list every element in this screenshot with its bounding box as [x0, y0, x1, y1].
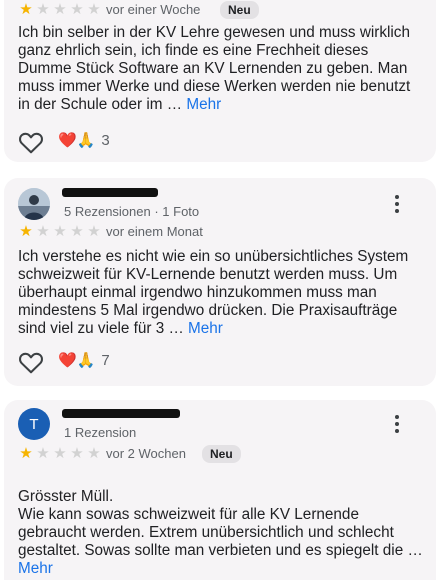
rating-stars: ★ ★ ★ ★ ★ [18, 224, 102, 239]
review-text: Ich bin selber in der KV Lehre gewesen u… [18, 24, 411, 113]
star-icon: ★ [70, 445, 84, 462]
review-time: vor einer Woche [106, 2, 201, 17]
redacted-name [62, 409, 180, 418]
star-icon: ★ [19, 223, 33, 240]
avatar[interactable] [18, 188, 50, 220]
new-badge: Neu [220, 1, 259, 19]
like-heart-icon[interactable] [18, 130, 44, 154]
more-link[interactable]: Mehr [188, 320, 223, 337]
star-icon: ★ [53, 223, 67, 240]
review-text: Ich verstehe es nicht wie ein so unübers… [18, 248, 409, 337]
reviewer-meta: 1 Rezension [64, 425, 137, 440]
avatar-photo-icon [18, 188, 50, 220]
reactions[interactable]: ❤️🙏 7 [58, 351, 110, 370]
avatar[interactable]: T [18, 408, 50, 440]
review-time: vor 2 Wochen [106, 446, 186, 461]
star-icon: ★ [36, 223, 50, 240]
star-icon: ★ [36, 445, 50, 462]
star-icon: ★ [36, 1, 50, 18]
more-options-icon[interactable] [394, 195, 400, 213]
star-icon: ★ [19, 445, 33, 462]
reaction-count: 7 [101, 351, 110, 369]
star-icon: ★ [87, 445, 101, 462]
star-icon: ★ [70, 1, 84, 18]
more-link[interactable]: Mehr [18, 560, 53, 577]
more-options-icon[interactable] [394, 415, 400, 433]
rating-stars: ★ ★ ★ ★ ★ [18, 446, 102, 461]
heart-pray-emoji-icon: ❤️🙏 [58, 132, 96, 149]
rating-stars: ★ ★ ★ ★ ★ [18, 2, 102, 17]
reactions[interactable]: ❤️🙏 3 [58, 131, 110, 150]
redacted-name [62, 188, 158, 197]
review-card: T 1 Rezension ★ ★ ★ ★ ★ vor 2 Wochen Neu… [4, 400, 436, 580]
review-card: 5 Rezensionen · 1 Foto ★ ★ ★ ★ ★ vor ein… [4, 178, 436, 386]
reviewer-meta: 5 Rezensionen · 1 Foto [64, 204, 200, 219]
star-icon: ★ [53, 1, 67, 18]
star-icon: ★ [87, 223, 101, 240]
like-heart-icon[interactable] [18, 350, 44, 374]
review-text: Grösster Müll. Wie kann sowas schweizwei… [18, 488, 423, 577]
star-icon: ★ [87, 1, 101, 18]
review-card: ★ ★ ★ ★ ★ vor einer Woche Neu Ich bin se… [4, 0, 436, 162]
star-icon: ★ [70, 223, 84, 240]
new-badge: Neu [202, 445, 241, 463]
reaction-count: 3 [101, 131, 110, 149]
heart-pray-emoji-icon: ❤️🙏 [58, 352, 96, 369]
review-time: vor einem Monat [106, 224, 203, 239]
more-link[interactable]: Mehr [186, 96, 221, 113]
star-icon: ★ [53, 445, 67, 462]
star-icon: ★ [19, 1, 33, 18]
